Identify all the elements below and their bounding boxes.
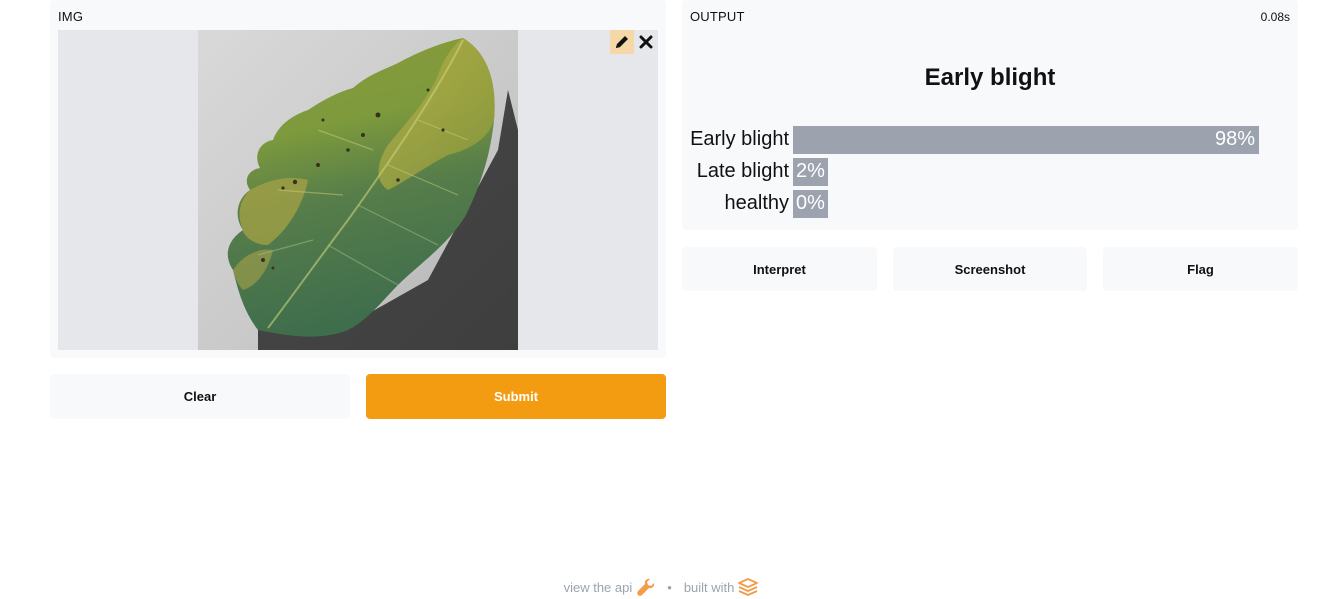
screenshot-button[interactable]: Screenshot xyxy=(893,247,1087,291)
wrench-icon xyxy=(637,578,655,596)
output-label: OUTPUT xyxy=(690,9,745,24)
input-label: IMG xyxy=(58,9,84,24)
confidence-bar: 0% xyxy=(793,190,828,218)
close-icon[interactable] xyxy=(634,30,658,54)
interpret-button[interactable]: Interpret xyxy=(682,247,877,291)
confidence-percent: 0% xyxy=(796,192,825,214)
confidence-bar: 2% xyxy=(793,158,828,186)
confidence-bar: 98% xyxy=(793,126,1259,154)
confidence-row: Late blight 2% xyxy=(682,158,1298,186)
gradio-logo-icon xyxy=(738,578,759,596)
built-with-link[interactable]: built with xyxy=(684,577,760,597)
built-with-label: built with xyxy=(683,579,735,595)
output-panel: OUTPUT 0.08s Early blight Early blight 9… xyxy=(682,0,1298,230)
confidence-label: Late blight xyxy=(696,160,789,182)
footer: view the api • built with xyxy=(0,576,1323,598)
image-upload-area[interactable] xyxy=(58,30,658,350)
confidence-percent: 98% xyxy=(1214,128,1255,150)
predicted-label: Early blight xyxy=(924,64,1056,91)
confidence-row: healthy 0% xyxy=(682,190,1298,218)
input-panel: IMG xyxy=(50,0,666,358)
view-api-link[interactable]: view the api xyxy=(564,577,656,597)
submit-button[interactable]: Submit xyxy=(366,374,666,419)
view-api-label: view the api xyxy=(563,579,633,595)
confidence-percent: 2% xyxy=(796,160,825,182)
confidence-label: Early blight xyxy=(690,128,789,150)
clear-button[interactable]: Clear xyxy=(50,374,350,419)
confidence-label: healthy xyxy=(724,192,790,214)
inference-timer: 0.08s xyxy=(1260,10,1290,24)
flag-button[interactable]: Flag xyxy=(1103,247,1298,291)
confidence-row: Early blight 98% xyxy=(682,126,1298,154)
leaf-image xyxy=(198,30,518,350)
pencil-icon[interactable] xyxy=(610,30,634,54)
image-toolbar xyxy=(610,30,658,54)
footer-separator: • xyxy=(667,579,672,595)
